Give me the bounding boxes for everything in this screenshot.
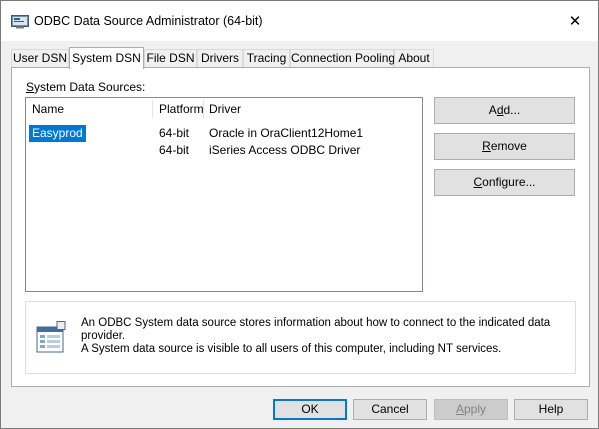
odbc-app-icon — [11, 15, 29, 29]
button-label: emove — [490, 139, 527, 153]
list-item-platform: 64-bit — [159, 143, 190, 157]
list-item[interactable]: Easyprod 64-bit Oracle in OraClient12Hom… — [26, 125, 422, 142]
title-bar: ODBC Data Source Administrator (64-bit) … — [1, 1, 598, 41]
tab-tracing[interactable]: Tracing — [243, 49, 290, 68]
list-item-platform: 64-bit — [159, 126, 190, 140]
tab-connection-pooling[interactable]: Connection Pooling — [290, 49, 395, 68]
button-label: A — [488, 103, 497, 117]
label-text: ystem Data Sources: — [34, 80, 146, 94]
list-header: Name Platform Driver — [26, 98, 422, 120]
odbc-admin-window: ODBC Data Source Administrator (64-bit) … — [0, 0, 599, 429]
system-dsn-panel: System Data Sources: Name Platform Drive… — [11, 67, 590, 387]
tab-user-dsn[interactable]: User DSN — [11, 49, 69, 68]
button-label: pply — [464, 402, 487, 416]
info-box: An ODBC System data source stores inform… — [25, 301, 576, 374]
column-header-name[interactable]: Name — [26, 98, 152, 120]
data-sources-list[interactable]: Name Platform Driver Easyprod 64-bit Ora… — [25, 97, 423, 292]
help-button[interactable]: Help — [514, 399, 588, 420]
column-header-platform[interactable]: Platform — [153, 98, 204, 120]
mnemonic-a: A — [455, 402, 464, 416]
apply-button[interactable]: Apply — [434, 399, 508, 420]
mnemonic-d: d — [496, 103, 504, 117]
add-button[interactable]: Add... — [434, 97, 575, 124]
tab-system-dsn[interactable]: System DSN — [69, 47, 144, 69]
info-description: An ODBC System data source stores inform… — [81, 317, 566, 356]
list-item-driver: iSeries Access ODBC Driver — [209, 143, 361, 157]
cancel-button[interactable]: Cancel — [353, 399, 427, 420]
list-item-driver: Oracle in OraClient12Home1 — [209, 126, 364, 140]
mnemonic-s: S — [26, 80, 35, 94]
tab-about[interactable]: About — [394, 49, 434, 68]
list-item-name[interactable]: Easyprod — [29, 125, 86, 142]
list-item[interactable]: 64-bit iSeries Access ODBC Driver — [26, 142, 422, 159]
button-label: d... — [503, 103, 521, 117]
column-header-driver[interactable]: Driver — [203, 98, 413, 120]
info-line-1: An ODBC System data source stores inform… — [81, 317, 551, 342]
close-button[interactable]: ✕ — [552, 1, 598, 41]
info-line-2: A System data source is visible to all u… — [81, 343, 502, 355]
button-label: onfigure... — [482, 175, 536, 189]
close-icon: ✕ — [568, 13, 582, 30]
tab-drivers[interactable]: Drivers — [197, 49, 243, 68]
ok-button[interactable]: OK — [273, 399, 347, 420]
window-title: ODBC Data Source Administrator (64-bit) — [34, 14, 263, 28]
data-source-document-icon — [36, 321, 66, 353]
mnemonic-r: R — [482, 139, 491, 153]
configure-button[interactable]: Configure... — [434, 169, 575, 196]
mnemonic-c: C — [473, 175, 483, 189]
tab-file-dsn[interactable]: File DSN — [144, 49, 197, 68]
system-data-sources-label: System Data Sources: — [26, 80, 145, 94]
remove-button[interactable]: Remove — [434, 133, 575, 160]
